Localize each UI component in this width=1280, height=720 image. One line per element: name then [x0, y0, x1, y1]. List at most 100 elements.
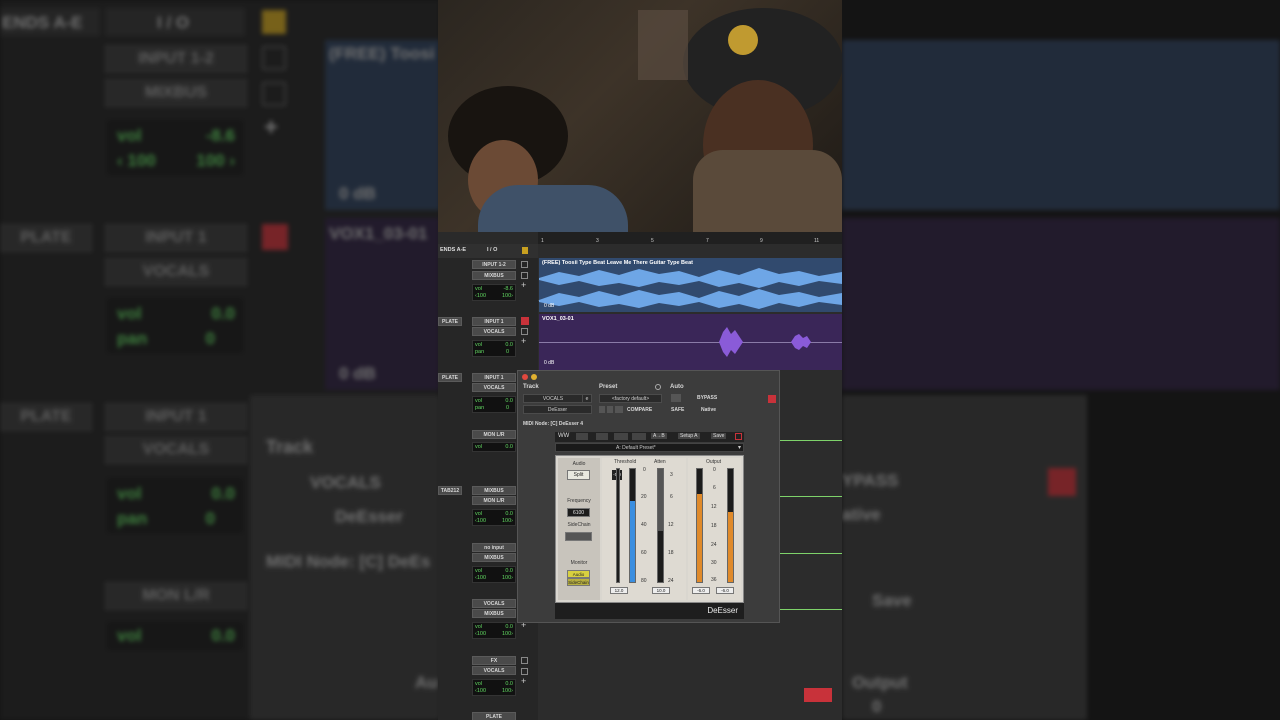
split-button[interactable]: Split: [567, 470, 590, 480]
track2-input[interactable]: INPUT 1: [472, 317, 516, 326]
track-slot-select[interactable]: e: [582, 394, 592, 403]
plugin-window[interactable]: Track Preset Auto VOCALS e DeEsser <fact…: [517, 370, 780, 623]
comment-icon[interactable]: [521, 272, 528, 279]
bg-vol-value: -8.6: [205, 126, 235, 145]
comment-icon[interactable]: [521, 668, 528, 675]
track4-vol-box[interactable]: vol 0.0: [472, 442, 516, 452]
prev-preset-icon[interactable]: [599, 406, 605, 413]
bg-mixbus: MIXBUS: [105, 79, 247, 107]
pan-label: pan: [475, 349, 485, 355]
threshold-slider-track[interactable]: [616, 468, 620, 583]
waves-preset-bar[interactable]: A: Default Preset* ▾: [555, 443, 744, 452]
frequency-value[interactable]: 6100: [567, 508, 590, 517]
output-scale-mark: 24: [711, 542, 717, 548]
track3-vol-box[interactable]: vol 0.0 pan 0: [472, 396, 516, 413]
track5-output[interactable]: MON L/R: [472, 496, 516, 505]
safe-button[interactable]: SAFE: [671, 407, 684, 413]
minimize-icon[interactable]: [531, 374, 537, 380]
track-select[interactable]: VOCALS: [523, 394, 583, 403]
studio-wall: [638, 10, 688, 80]
add-insert-icon[interactable]: +: [521, 280, 526, 290]
track4-input[interactable]: MON L/R: [472, 430, 516, 439]
bg-record-icon-right: [1048, 468, 1076, 496]
threshold-label: Threshold: [614, 459, 637, 465]
track1-input[interactable]: INPUT 1-2: [472, 260, 516, 269]
add-insert-icon[interactable]: +: [521, 676, 526, 686]
monitor-audio-button[interactable]: Audio: [567, 570, 590, 578]
track2-vol: 0.0: [505, 342, 513, 348]
next-icon[interactable]: [632, 433, 646, 440]
threshold-scale-mark: 0: [643, 467, 646, 473]
bg-deesser-c: DeEsser: [335, 507, 404, 526]
track5-pan-left: ‹100: [475, 518, 487, 524]
plugin-record-icon[interactable]: [768, 395, 776, 403]
track6-input[interactable]: no input: [472, 543, 516, 552]
bg-vocals: VOCALS: [105, 258, 247, 286]
clip-indicator-icon[interactable]: [804, 688, 832, 702]
comment-icon[interactable]: [521, 328, 528, 335]
track7-pan-left: ‹100: [475, 631, 487, 637]
track5-send[interactable]: TAB212: [438, 486, 462, 495]
vol-label: vol: [475, 624, 483, 630]
preset-menu-icon[interactable]: [615, 406, 623, 413]
automation-icon[interactable]: [671, 394, 681, 402]
track5-vol-box[interactable]: vol 0.0 ‹100 100›: [472, 509, 516, 526]
ab-button[interactable]: A→B: [651, 433, 667, 439]
clip-vox[interactable]: VOX1_03-01 0 dB: [539, 314, 842, 370]
track1-vol-box[interactable]: vol -8.6 ‹100 100›: [472, 284, 516, 301]
insert-icon[interactable]: [521, 657, 528, 664]
timeline-ruler[interactable]: 1 3 5 7 9 11: [538, 232, 842, 244]
track6-output[interactable]: MIXBUS: [472, 553, 516, 562]
save-button[interactable]: Save: [711, 433, 727, 439]
track1-output[interactable]: MIXBUS: [472, 271, 516, 280]
track8-input[interactable]: FX: [472, 656, 516, 665]
track8-vol-box[interactable]: vol 0.0 ‹100 100›: [472, 679, 516, 696]
track9-input[interactable]: PLATE: [472, 712, 516, 720]
track7-pan-right: 100›: [501, 631, 513, 637]
preset-settings-icon[interactable]: [655, 384, 661, 390]
track3-input[interactable]: INPUT 1: [472, 373, 516, 382]
redo-icon[interactable]: [596, 433, 608, 440]
bg-clip-vox-right: [842, 218, 1280, 390]
next-preset-icon[interactable]: [607, 406, 613, 413]
bg-pan2-label: pan: [117, 329, 148, 348]
track2-output[interactable]: VOCALS: [472, 327, 516, 336]
track8-output[interactable]: VOCALS: [472, 666, 516, 675]
preset-select[interactable]: <factory default>: [599, 394, 662, 403]
undo-icon[interactable]: [576, 433, 588, 440]
plugin-select[interactable]: DeEsser: [523, 405, 592, 414]
compare-button[interactable]: COMPARE: [627, 407, 652, 413]
track7-output[interactable]: MIXBUS: [472, 609, 516, 618]
setup-button[interactable]: Setup A: [678, 433, 700, 439]
clip-beat[interactable]: (FREE) Toosii Type Beat Leave Me There G…: [539, 258, 842, 312]
track6-vol-box[interactable]: vol 0.0 ‹100 100›: [472, 566, 516, 583]
protools-window: ENDS A-E I / O 1 3 5 7 9 11 INPUT 1-2 MI…: [438, 0, 842, 720]
insert-icon[interactable]: [521, 261, 528, 268]
chevron-down-icon[interactable]: ▾: [738, 444, 741, 451]
track2-send[interactable]: PLATE: [438, 317, 462, 326]
add-insert-icon[interactable]: +: [521, 336, 526, 346]
shield-icon[interactable]: [522, 247, 528, 254]
bg-pan-left: ‹ 100: [117, 151, 156, 170]
track7-vol-box[interactable]: vol 0.0 ‹100 100›: [472, 622, 516, 639]
track7-vol: 0.0: [505, 624, 513, 630]
sidechain-filter-select[interactable]: [565, 532, 592, 541]
track2-vol-box[interactable]: vol 0.0 pan 0: [472, 340, 516, 357]
atten-meter: [657, 468, 664, 583]
atten-scale-mark: 12: [668, 522, 674, 528]
monitor-sidechain-button[interactable]: SideChain: [567, 578, 590, 586]
bg-header-io-text: I / O: [157, 13, 190, 32]
prev-icon[interactable]: [614, 433, 628, 440]
track3-output[interactable]: VOCALS: [472, 383, 516, 392]
track5-input[interactable]: MIXBUS: [472, 486, 516, 495]
output-scale-mark: 6: [713, 485, 716, 491]
bg-vol2-value: 0.0: [211, 304, 235, 323]
close-icon[interactable]: [522, 374, 528, 380]
bypass-button[interactable]: BYPASS: [697, 395, 717, 401]
track7-input[interactable]: VOCALS: [472, 599, 516, 608]
clip-vox-waveform: [719, 327, 811, 357]
record-enable-icon[interactable]: [521, 317, 529, 325]
waves-menu-icon[interactable]: [735, 433, 742, 440]
bg-pan2-value: 0: [205, 329, 215, 348]
track3-send[interactable]: PLATE: [438, 373, 462, 382]
